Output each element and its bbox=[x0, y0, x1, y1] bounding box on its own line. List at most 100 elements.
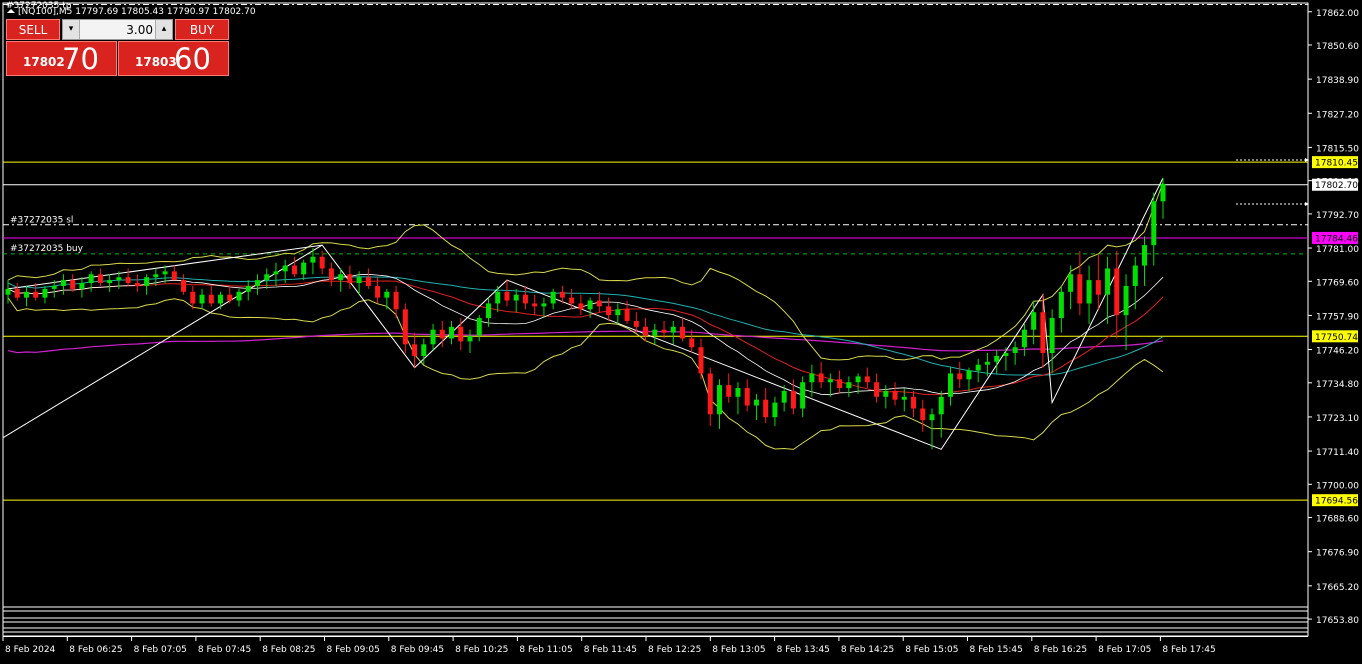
time-tick-label: 8 Feb 11:05 bbox=[519, 645, 572, 655]
sell-price-pips: 70 bbox=[62, 42, 99, 76]
buy-button[interactable]: BUY bbox=[175, 19, 229, 40]
candle-body bbox=[264, 274, 270, 281]
candle-body bbox=[51, 285, 57, 289]
time-tick-label: 8 Feb 09:45 bbox=[391, 645, 444, 655]
time-tick-label: 8 Feb 10:25 bbox=[455, 645, 508, 655]
price-tick-label: 17653.80 bbox=[1316, 616, 1359, 626]
candle-body bbox=[125, 277, 131, 284]
lot-decrease-button[interactable]: ▾ bbox=[63, 20, 80, 39]
candle-body bbox=[23, 291, 29, 298]
slow-moving-average-line bbox=[7, 330, 1164, 354]
candle-body bbox=[365, 277, 371, 286]
lot-size-stepper[interactable]: ▾ ▴ bbox=[62, 19, 173, 40]
candle-body bbox=[790, 390, 796, 409]
candle-body bbox=[966, 370, 972, 380]
candle-body bbox=[1040, 312, 1046, 354]
time-tick-label: 8 Feb 11:45 bbox=[584, 645, 637, 655]
time-tick-label: 8 Feb 06:25 bbox=[69, 645, 122, 655]
candle-body bbox=[753, 399, 759, 406]
candle-body bbox=[495, 291, 501, 304]
candle-body bbox=[716, 385, 722, 415]
candle-body bbox=[541, 303, 547, 307]
time-tick-label: 8 Feb 13:05 bbox=[712, 645, 765, 655]
candle-body bbox=[282, 265, 288, 272]
candle-body bbox=[901, 396, 907, 400]
candle-body bbox=[273, 271, 279, 275]
candle-body bbox=[291, 265, 297, 275]
zigzag-line bbox=[7, 177, 1164, 450]
candle-body bbox=[1031, 312, 1037, 330]
candle-body bbox=[874, 382, 880, 397]
candle-body bbox=[587, 300, 593, 310]
buy-price-button[interactable]: 17803 60 bbox=[118, 41, 229, 76]
candle-body bbox=[384, 291, 390, 298]
price-chart[interactable]: #37272035 sl #37272035 buy 17862.00 17850.6… bbox=[0, 0, 1362, 660]
candle-body bbox=[144, 277, 150, 286]
candle-body bbox=[818, 373, 824, 383]
candle-body bbox=[837, 379, 843, 389]
candle-body bbox=[338, 274, 344, 281]
price-tick-label: 17665.20 bbox=[1316, 583, 1359, 593]
candle-body bbox=[1123, 285, 1129, 316]
lot-size-input[interactable] bbox=[80, 20, 156, 39]
candle-body bbox=[430, 329, 436, 345]
time-tick-label: 8 Feb 15:05 bbox=[905, 645, 958, 655]
sell-price-button[interactable]: 17802 70 bbox=[6, 41, 117, 76]
price-level-tag-label: 17810.45 bbox=[1315, 159, 1358, 169]
candle-body bbox=[245, 285, 251, 292]
candle-body bbox=[375, 285, 381, 298]
candle-body bbox=[726, 385, 732, 397]
price-tick-label: 17723.10 bbox=[1316, 414, 1359, 424]
candle-body bbox=[911, 396, 917, 409]
time-tick-label: 8 Feb 17:45 bbox=[1162, 645, 1215, 655]
time-tick-label: 8 Feb 15:45 bbox=[970, 645, 1023, 655]
sell-price-main: 17802 bbox=[23, 55, 65, 69]
candle-body bbox=[116, 277, 122, 281]
candle-body bbox=[559, 291, 565, 298]
candle-body bbox=[467, 335, 473, 342]
candle-body bbox=[763, 399, 769, 418]
candle-body bbox=[171, 271, 177, 281]
candle-body bbox=[504, 291, 510, 301]
time-tick-label: 8 Feb 09:05 bbox=[327, 645, 380, 655]
candle-body bbox=[661, 329, 667, 333]
candle-body bbox=[938, 396, 944, 415]
candle-body bbox=[689, 338, 695, 348]
candle-body bbox=[522, 294, 528, 304]
lot-increase-button[interactable]: ▴ bbox=[155, 20, 172, 39]
candle-body bbox=[920, 408, 926, 421]
candle-body bbox=[153, 274, 159, 278]
candle-body bbox=[60, 280, 66, 286]
one-click-trading-panel: SELL ▾ ▴ BUY 17802 70 17803 60 bbox=[6, 19, 229, 76]
candle-body bbox=[809, 373, 815, 383]
candle-body bbox=[393, 291, 399, 310]
candle-body bbox=[615, 309, 621, 316]
candle-body bbox=[70, 280, 76, 289]
sell-button[interactable]: SELL bbox=[6, 19, 60, 40]
candle-body bbox=[402, 309, 408, 345]
candle-body bbox=[1151, 201, 1157, 246]
price-tick-label: 17676.90 bbox=[1316, 549, 1359, 559]
candle-body bbox=[476, 318, 482, 336]
candle-body bbox=[328, 268, 334, 281]
candle-body bbox=[892, 390, 898, 400]
price-level-tag-label: 17750.74 bbox=[1315, 333, 1358, 343]
price-tick-label: 17862.00 bbox=[1316, 9, 1359, 19]
chart-canvas[interactable]: #37272035 sl #37272035 buy 17862.00 17850.6… bbox=[0, 0, 1362, 660]
candle-body bbox=[347, 274, 353, 284]
candle-body bbox=[707, 373, 713, 415]
buy-order-label: #37272035 buy bbox=[10, 244, 84, 254]
candle-body bbox=[578, 303, 584, 310]
price-tick-label: 17815.50 bbox=[1316, 144, 1359, 154]
candle-body bbox=[1068, 274, 1074, 292]
candle-body bbox=[864, 376, 870, 383]
candle-body bbox=[14, 288, 20, 298]
candle-body bbox=[855, 376, 861, 383]
time-tick-label: 8 Feb 07:05 bbox=[134, 645, 187, 655]
price-tick-label: 17746.20 bbox=[1316, 347, 1359, 357]
candle-body bbox=[1021, 329, 1027, 348]
candle-body bbox=[735, 388, 741, 397]
candle-body bbox=[107, 280, 113, 284]
candle-body bbox=[929, 414, 935, 421]
candle-body bbox=[596, 300, 602, 307]
